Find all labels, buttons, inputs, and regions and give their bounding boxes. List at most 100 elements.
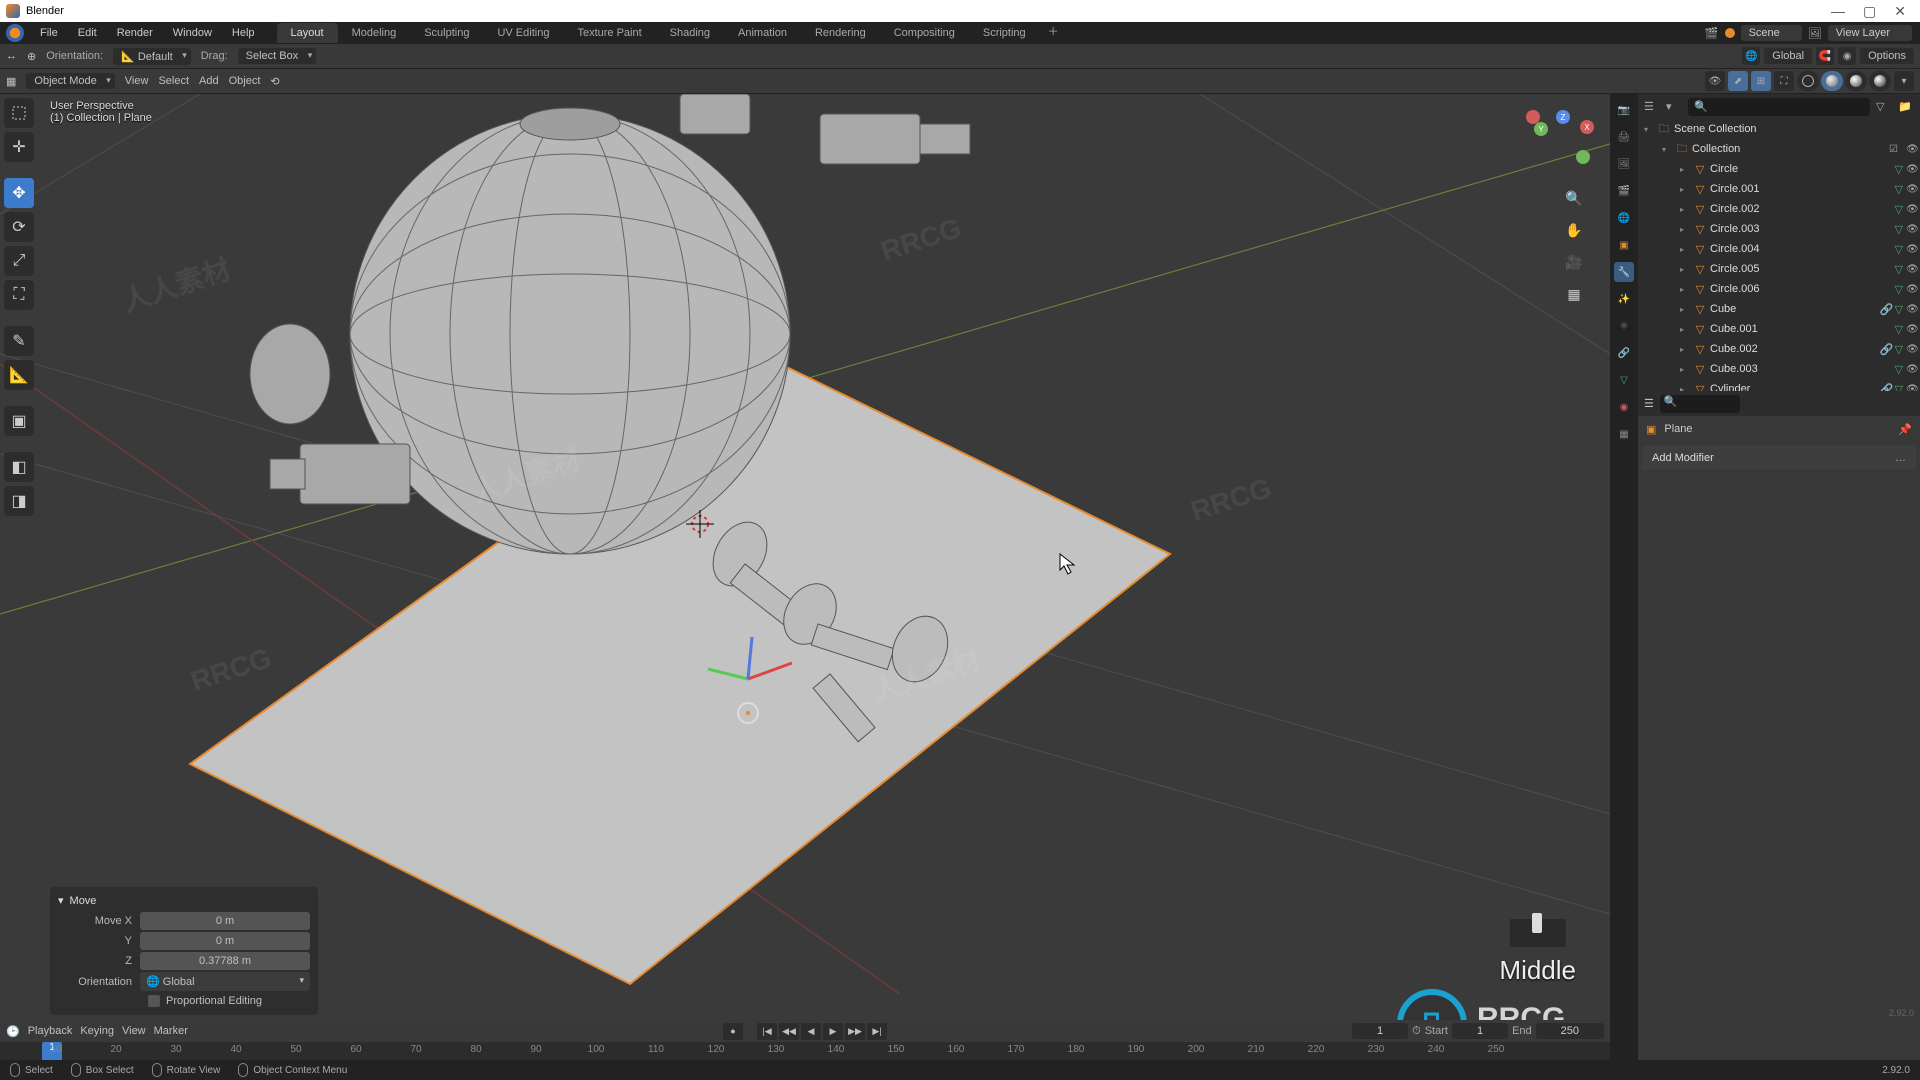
camera-icon[interactable]: 🎥 bbox=[1564, 252, 1584, 272]
menu-render[interactable]: Render bbox=[107, 27, 163, 39]
ortho-icon[interactable]: ▦ bbox=[1564, 284, 1584, 304]
tree-item[interactable]: ▸▽Cube🔗▽👁 bbox=[1638, 299, 1920, 319]
shade-solid-button[interactable] bbox=[1821, 71, 1843, 91]
outliner-filter-icon[interactable]: ▽ bbox=[1876, 100, 1892, 113]
tree-item[interactable]: ▸▽Cube.001▽👁 bbox=[1638, 319, 1920, 339]
vp-menu-object[interactable]: Object bbox=[229, 75, 261, 87]
outliner-search[interactable]: 🔍 bbox=[1688, 98, 1870, 116]
tl-menu-playback[interactable]: Playback bbox=[28, 1025, 73, 1037]
ws-rendering[interactable]: Rendering bbox=[801, 23, 880, 43]
global-button[interactable]: Global bbox=[1764, 48, 1812, 64]
prev-key-button[interactable]: ◀◀ bbox=[779, 1023, 799, 1040]
axis-gizmo[interactable]: Z X Y bbox=[1526, 110, 1586, 170]
ws-texpaint[interactable]: Texture Paint bbox=[563, 23, 655, 43]
ptab-material[interactable]: ◉ bbox=[1614, 397, 1634, 417]
tree-item[interactable]: ▸▽Cylinder🔗▽👁 bbox=[1638, 379, 1920, 391]
menu-file[interactable]: File bbox=[30, 27, 68, 39]
timeline-type-icon[interactable]: 🕑 bbox=[6, 1025, 20, 1038]
tree-item[interactable]: ▸▽Circle.005▽👁 bbox=[1638, 259, 1920, 279]
ws-shading[interactable]: Shading bbox=[656, 23, 724, 43]
ws-uvediting[interactable]: UV Editing bbox=[483, 23, 563, 43]
vp-menu-select[interactable]: Select bbox=[158, 75, 189, 87]
properties-type-icon[interactable]: ☰ bbox=[1644, 397, 1654, 410]
overlay-toggle-icon[interactable]: ⊞ bbox=[1751, 71, 1771, 91]
options-button[interactable]: Options bbox=[1860, 48, 1914, 64]
ptab-physics[interactable]: ⚛ bbox=[1614, 316, 1634, 336]
vp-menu-view[interactable]: View bbox=[125, 75, 149, 87]
move-y-field[interactable]: 0 m bbox=[140, 932, 310, 950]
scene-name-field[interactable]: Scene bbox=[1741, 25, 1802, 41]
ptab-render[interactable]: 📷 bbox=[1614, 100, 1634, 120]
op-orientation-dropdown[interactable]: 🌐 Global bbox=[140, 972, 310, 991]
tool-move[interactable]: ✥ bbox=[4, 178, 34, 208]
tree-item[interactable]: ▸▽Circle.006▽👁 bbox=[1638, 279, 1920, 299]
move-z-field[interactable]: 0.37788 m bbox=[140, 952, 310, 970]
maximize-button[interactable]: ▢ bbox=[1863, 3, 1876, 20]
axis-y[interactable]: Y bbox=[1534, 122, 1548, 136]
pan-icon[interactable]: ✋ bbox=[1564, 220, 1584, 240]
viewlayer-field[interactable]: View Layer bbox=[1828, 25, 1912, 41]
close-button[interactable]: ✕ bbox=[1894, 3, 1906, 20]
ptab-world[interactable]: 🌐 bbox=[1614, 208, 1634, 228]
outliner-display-icon[interactable]: ▾ bbox=[1666, 100, 1682, 113]
tool-extra-1[interactable]: ◧ bbox=[4, 452, 34, 482]
ws-layout[interactable]: Layout bbox=[277, 23, 338, 43]
minimize-button[interactable]: — bbox=[1831, 3, 1845, 20]
tool-add-cube[interactable]: ▣ bbox=[4, 406, 34, 436]
autokey-icon[interactable]: ● bbox=[723, 1023, 743, 1040]
tl-menu-view[interactable]: View bbox=[122, 1025, 146, 1037]
drag-dropdown[interactable]: Select Box bbox=[238, 48, 317, 64]
editor-type-icon[interactable]: ▦ bbox=[6, 75, 16, 88]
ptab-particles[interactable]: ✨ bbox=[1614, 289, 1634, 309]
select-visible-icon[interactable]: 👁 bbox=[1705, 71, 1725, 91]
tool-rotate[interactable]: ⟳ bbox=[4, 212, 34, 242]
proportional-checkbox[interactable] bbox=[148, 995, 160, 1007]
viewlayer-icon[interactable]: 🖼 bbox=[1808, 26, 1822, 40]
menu-edit[interactable]: Edit bbox=[68, 27, 107, 39]
snap-icon[interactable]: ↔ bbox=[6, 50, 17, 62]
ptab-mesh[interactable]: ▽ bbox=[1614, 370, 1634, 390]
axis-x[interactable]: X bbox=[1580, 120, 1594, 134]
ws-modeling[interactable]: Modeling bbox=[338, 23, 411, 43]
3d-viewport[interactable]: 人人素材 RRCG 人人素材 RRCG 人人素材 RRCG User Persp… bbox=[0, 94, 1610, 1080]
next-key-button[interactable]: ▶▶ bbox=[845, 1023, 865, 1040]
tree-scene-collection[interactable]: ▾🗀Scene Collection bbox=[1638, 119, 1920, 139]
ws-compositing[interactable]: Compositing bbox=[880, 23, 969, 43]
shade-wireframe-button[interactable] bbox=[1797, 71, 1819, 91]
scene-icon[interactable]: 🎬 bbox=[1705, 26, 1719, 40]
orientation-gizmo-icon[interactable]: ⟲ bbox=[270, 75, 279, 88]
move-x-field[interactable]: 0 m bbox=[140, 912, 310, 930]
snap-toggle-icon[interactable]: 🧲 bbox=[1816, 47, 1834, 65]
blender-logo-icon[interactable] bbox=[6, 24, 24, 42]
adjust-last-op-panel[interactable]: ▾Move Move X0 m Y0 m Z0.37788 m Orientat… bbox=[50, 887, 318, 1015]
tree-item[interactable]: ▸▽Circle▽👁 bbox=[1638, 159, 1920, 179]
zoom-icon[interactable]: 🔍 bbox=[1564, 188, 1584, 208]
axis-neg-y[interactable] bbox=[1576, 150, 1590, 164]
outliner-new-collection-icon[interactable]: 📁 bbox=[1898, 100, 1914, 113]
tree-item[interactable]: ▸▽Circle.001▽👁 bbox=[1638, 179, 1920, 199]
jump-start-button[interactable]: |◀ bbox=[757, 1023, 777, 1040]
add-modifier-dropdown[interactable]: Add Modifier bbox=[1642, 446, 1916, 470]
orientation-dropdown[interactable]: 📐 Default bbox=[113, 48, 191, 65]
shade-matprev-button[interactable] bbox=[1845, 71, 1867, 91]
tree-collection[interactable]: ▾🗀Collection☑👁 bbox=[1638, 139, 1920, 159]
tree-item[interactable]: ▸▽Cube.003▽👁 bbox=[1638, 359, 1920, 379]
ws-add-button[interactable]: ＋ bbox=[1040, 23, 1067, 43]
tl-menu-marker[interactable]: Marker bbox=[154, 1025, 188, 1037]
tree-item[interactable]: ▸▽Circle.002▽👁 bbox=[1638, 199, 1920, 219]
start-frame-field[interactable]: 1 bbox=[1452, 1023, 1508, 1039]
tool-annotate[interactable]: ✎ bbox=[4, 326, 34, 356]
axis-z[interactable]: Z bbox=[1556, 110, 1570, 124]
tool-measure[interactable]: 📐 bbox=[4, 360, 34, 390]
chevron-down-icon[interactable]: ▾ bbox=[58, 894, 64, 907]
current-frame-field[interactable]: 1 bbox=[1352, 1023, 1408, 1039]
play-reverse-button[interactable]: ◀ bbox=[801, 1023, 821, 1040]
mode-dropdown[interactable]: Object Mode bbox=[26, 73, 114, 89]
ws-sculpting[interactable]: Sculpting bbox=[410, 23, 483, 43]
gizmo-toggle-icon[interactable]: ⬈ bbox=[1728, 71, 1748, 91]
pin-icon[interactable]: 📌 bbox=[1898, 423, 1912, 436]
vp-menu-add[interactable]: Add bbox=[199, 75, 219, 87]
tree-item[interactable]: ▸▽Circle.003▽👁 bbox=[1638, 219, 1920, 239]
proportional-icon[interactable]: ◉ bbox=[1838, 47, 1856, 65]
tool-cursor[interactable]: ✛ bbox=[4, 132, 34, 162]
